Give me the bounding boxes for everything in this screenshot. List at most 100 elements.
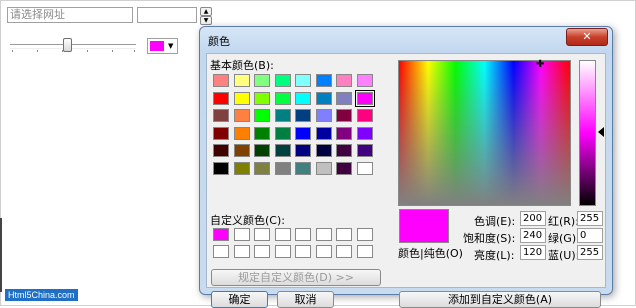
color-swatch-cell[interactable] bbox=[233, 161, 250, 175]
number-spinner[interactable]: ▲ ▼ bbox=[200, 7, 212, 25]
color-swatch-cell[interactable] bbox=[233, 126, 250, 140]
color-swatch-cell[interactable] bbox=[315, 161, 332, 175]
saturation-label: 饱和度(S): bbox=[463, 232, 516, 245]
color-swatch-cell[interactable] bbox=[254, 91, 270, 105]
color-swatch-cell[interactable] bbox=[295, 245, 311, 258]
color-swatch-cell[interactable] bbox=[274, 228, 291, 241]
color-swatch-cell[interactable] bbox=[213, 245, 229, 258]
blue-input[interactable]: 255 bbox=[577, 245, 603, 260]
slider-tick bbox=[87, 50, 88, 52]
color-swatch-cell[interactable] bbox=[254, 74, 270, 87]
color-swatch-cell[interactable] bbox=[315, 91, 332, 105]
luminance-arrow-icon[interactable] bbox=[598, 127, 604, 137]
color-swatch-cell[interactable] bbox=[315, 74, 332, 87]
color-swatch-cell[interactable] bbox=[254, 109, 270, 122]
color-swatch-cell[interactable] bbox=[295, 228, 311, 241]
color-swatch-cell[interactable] bbox=[213, 161, 229, 175]
spin-up-icon[interactable]: ▲ bbox=[200, 7, 212, 16]
range-slider-track[interactable] bbox=[10, 44, 136, 49]
color-swatch-cell[interactable] bbox=[254, 126, 270, 140]
color-swatch-cell[interactable] bbox=[315, 245, 332, 258]
color-swatch-cell[interactable] bbox=[254, 228, 270, 241]
slider-tick bbox=[134, 50, 135, 52]
color-swatch-cell[interactable] bbox=[315, 126, 332, 140]
close-button[interactable]: ✕ bbox=[566, 28, 608, 46]
close-icon: ✕ bbox=[582, 30, 592, 43]
color-swatch-cell[interactable] bbox=[356, 161, 373, 175]
spin-down-icon[interactable]: ▼ bbox=[200, 16, 212, 25]
color-swatch-cell[interactable] bbox=[233, 245, 250, 258]
color-swatch-cell[interactable] bbox=[295, 144, 311, 157]
color-swatch-cell[interactable] bbox=[336, 74, 352, 87]
color-swatch-cell[interactable] bbox=[315, 144, 332, 157]
color-swatch-cell[interactable] bbox=[274, 245, 291, 258]
color-swatch-cell[interactable] bbox=[356, 144, 373, 157]
color-swatch-cell[interactable] bbox=[254, 245, 270, 258]
color-swatch-cell[interactable] bbox=[336, 144, 352, 157]
color-swatch bbox=[150, 41, 164, 51]
color-swatch-cell[interactable] bbox=[213, 91, 229, 105]
color-spectrum[interactable] bbox=[398, 60, 571, 206]
color-swatch-cell[interactable] bbox=[336, 245, 352, 258]
luminance-bar[interactable] bbox=[579, 60, 596, 206]
color-swatch-cell[interactable] bbox=[274, 74, 291, 87]
color-swatch-cell[interactable] bbox=[336, 109, 352, 122]
dialog-title: 颜色 bbox=[208, 35, 230, 48]
color-swatch-cell[interactable] bbox=[233, 144, 250, 157]
watermark: Html5China.com bbox=[5, 289, 78, 301]
color-swatch-cell[interactable] bbox=[336, 126, 352, 140]
color-swatch-cell[interactable] bbox=[336, 91, 352, 105]
number-input[interactable] bbox=[137, 7, 197, 23]
color-swatch-cell[interactable] bbox=[213, 228, 229, 241]
saturation-input[interactable]: 240 bbox=[520, 228, 546, 243]
color-swatch-cell[interactable] bbox=[315, 109, 332, 122]
color-swatch-cell[interactable] bbox=[295, 109, 311, 122]
selected-swatch-frame bbox=[354, 89, 375, 107]
color-swatch-cell[interactable] bbox=[336, 228, 352, 241]
color-swatch-cell[interactable] bbox=[233, 228, 250, 241]
color-swatch-cell[interactable] bbox=[254, 161, 270, 175]
cancel-button[interactable]: 取消 bbox=[277, 291, 334, 308]
color-swatch-cell[interactable] bbox=[295, 74, 311, 87]
color-swatch-cell[interactable] bbox=[274, 144, 291, 157]
color-solid-label: 颜色|纯色(O) bbox=[398, 247, 463, 260]
color-swatch-cell[interactable] bbox=[356, 74, 373, 87]
color-swatch-cell[interactable] bbox=[356, 109, 373, 122]
color-swatch-cell[interactable] bbox=[233, 109, 250, 122]
color-swatch-cell[interactable] bbox=[274, 126, 291, 140]
color-swatch-cell[interactable] bbox=[315, 228, 332, 241]
add-custom-color-button[interactable]: 添加到自定义颜色(A) bbox=[399, 291, 601, 308]
color-swatch-cell[interactable] bbox=[295, 91, 311, 105]
define-custom-colors-button: 规定自定义颜色(D) >> bbox=[211, 269, 381, 286]
color-swatch-cell[interactable] bbox=[233, 91, 250, 105]
color-swatch-cell[interactable] bbox=[213, 144, 229, 157]
color-swatch-cell[interactable] bbox=[274, 161, 291, 175]
range-slider-thumb[interactable] bbox=[63, 38, 72, 52]
color-swatch-cell[interactable] bbox=[213, 126, 229, 140]
ok-button[interactable]: 确定 bbox=[211, 291, 268, 308]
color-dialog: 颜色 ✕ 基本颜色(B): 自定义颜色(C): 规定自定义颜色(D) >> 确定… bbox=[199, 26, 613, 308]
slider-tick bbox=[37, 50, 38, 52]
color-swatch-cell[interactable] bbox=[356, 126, 373, 140]
blue-label: 蓝(U): bbox=[548, 249, 580, 262]
luminance-input[interactable]: 120 bbox=[520, 245, 546, 260]
hue-input[interactable]: 200 bbox=[520, 211, 546, 226]
color-swatch-cell[interactable] bbox=[336, 161, 352, 175]
color-swatch-cell[interactable] bbox=[213, 74, 229, 87]
color-swatch-cell[interactable] bbox=[213, 109, 229, 122]
color-swatch-cell[interactable] bbox=[274, 109, 291, 122]
color-swatch-cell[interactable] bbox=[295, 161, 311, 175]
green-input[interactable]: 0 bbox=[577, 228, 603, 243]
color-picker-button[interactable]: ▼ bbox=[147, 38, 178, 54]
color-swatch-cell[interactable] bbox=[295, 126, 311, 140]
red-input[interactable]: 255 bbox=[577, 211, 603, 226]
custom-colors-label: 自定义颜色(C): bbox=[210, 214, 285, 227]
color-swatch-cell[interactable] bbox=[233, 74, 250, 87]
color-swatch-cell[interactable] bbox=[274, 91, 291, 105]
color-swatch-cell[interactable] bbox=[254, 144, 270, 157]
color-swatch-cell[interactable] bbox=[356, 245, 373, 258]
color-swatch-cell[interactable] bbox=[356, 228, 373, 241]
red-label: 红(R): bbox=[548, 215, 579, 228]
url-select-input[interactable]: 请选择网址 bbox=[7, 7, 133, 23]
color-preview bbox=[399, 209, 449, 243]
